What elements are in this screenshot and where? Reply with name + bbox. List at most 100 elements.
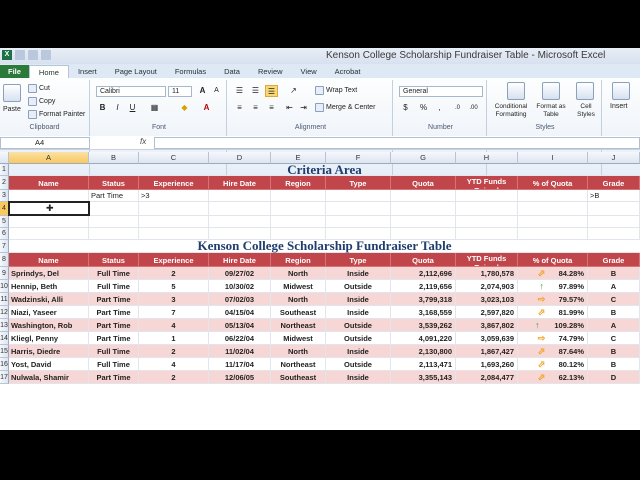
column-header[interactable]: I	[518, 152, 588, 164]
cell-experience[interactable]: 2	[139, 371, 209, 384]
criteria-cell-type[interactable]	[326, 190, 391, 202]
tab-page-layout[interactable]: Page Layout	[106, 65, 166, 78]
cell-region[interactable]: Northeast	[271, 319, 326, 332]
criteria-cell-region[interactable]	[271, 190, 326, 202]
ytd-cell[interactable]: 1,780,578	[456, 267, 518, 280]
ytd-cell[interactable]: 2,084,477	[456, 371, 518, 384]
cell-type[interactable]: Inside	[326, 306, 391, 319]
cell-region[interactable]: North	[271, 267, 326, 280]
empty-cell[interactable]	[89, 228, 139, 240]
cell-status[interactable]: Part Time	[89, 371, 139, 384]
cell-hire_date[interactable]: 11/02/04	[209, 345, 271, 358]
active-cell-cursor[interactable]: ✚	[8, 201, 90, 216]
tab-home[interactable]: Home	[28, 65, 69, 78]
save-icon[interactable]	[15, 50, 25, 60]
wrap-text-button[interactable]: Wrap Text	[315, 86, 357, 95]
cell-experience[interactable]: 4	[139, 358, 209, 371]
empty-cell[interactable]	[391, 216, 456, 228]
cell-quota[interactable]: 3,539,262	[391, 319, 456, 332]
header-cell-type[interactable]: Type	[326, 176, 391, 190]
header-cell-status[interactable]: Status	[89, 176, 139, 190]
row-header[interactable]: 17	[0, 371, 9, 384]
empty-cell[interactable]	[456, 228, 518, 240]
header-cell-quota[interactable]: Quota	[391, 253, 456, 267]
cell-region[interactable]: Southeast	[271, 371, 326, 384]
tab-acrobat[interactable]: Acrobat	[326, 65, 370, 78]
row-header[interactable]: 15	[0, 345, 9, 358]
cell-name[interactable]: Harris, Diedre	[9, 345, 89, 358]
name-box[interactable]: A4	[0, 137, 90, 149]
underline-button[interactable]: U	[126, 102, 139, 114]
cell-hire_date[interactable]: 10/30/02	[209, 280, 271, 293]
cell-type[interactable]: Inside	[326, 371, 391, 384]
increase-decimal-icon[interactable]: .0	[451, 102, 464, 114]
excel-logo-icon[interactable]: X	[2, 50, 12, 60]
empty-cell[interactable]	[588, 228, 640, 240]
cell-experience[interactable]: 1	[139, 332, 209, 345]
cell-type[interactable]: Inside	[326, 267, 391, 280]
cell-grade[interactable]: A	[588, 280, 640, 293]
pct-quota-cell[interactable]: ↑ 109.28%	[518, 319, 588, 332]
empty-cell[interactable]	[139, 216, 209, 228]
fill-color-icon[interactable]: ◆	[178, 102, 191, 114]
ytd-cell[interactable]: 3,059,639	[456, 332, 518, 345]
font-size-select[interactable]: 11	[168, 86, 192, 97]
cell-grade[interactable]: B	[588, 267, 640, 280]
empty-cell[interactable]	[326, 202, 391, 216]
conditional-formatting-button[interactable]: Conditional Formatting	[491, 103, 531, 119]
font-name-select[interactable]: Calibri	[96, 86, 166, 97]
number-format-select[interactable]: General	[399, 86, 483, 97]
header-cell-quota[interactable]: Quota	[391, 176, 456, 190]
cell-grade[interactable]: C	[588, 332, 640, 345]
cell-experience[interactable]: 3	[139, 293, 209, 306]
cell-grade[interactable]: A	[588, 319, 640, 332]
empty-cell[interactable]	[89, 216, 139, 228]
cell-hire_date[interactable]: 06/22/04	[209, 332, 271, 345]
insert-button[interactable]: Insert	[610, 103, 628, 110]
comma-button[interactable]: ,	[433, 102, 446, 114]
cell-grade[interactable]: B	[588, 345, 640, 358]
cell-region[interactable]: North	[271, 293, 326, 306]
header-cell-grade[interactable]: Grade	[588, 176, 640, 190]
percent-button[interactable]: %	[417, 102, 430, 114]
cell-region[interactable]: Midwest	[271, 280, 326, 293]
cell-quota[interactable]: 3,168,559	[391, 306, 456, 319]
header-cell-status[interactable]: Status	[89, 253, 139, 267]
header-cell-experience[interactable]: Experience	[139, 176, 209, 190]
cell-name[interactable]: Sprindys, Del	[9, 267, 89, 280]
cell-experience[interactable]: 7	[139, 306, 209, 319]
cell-name[interactable]: Niazi, Yaseer	[9, 306, 89, 319]
align-left-icon[interactable]: ≡	[233, 102, 246, 114]
cell-name[interactable]: Nulwala, Shamir	[9, 371, 89, 384]
empty-cell[interactable]	[89, 202, 139, 216]
empty-cell[interactable]	[271, 216, 326, 228]
cell-type[interactable]: Inside	[326, 345, 391, 358]
cell-type[interactable]: Outside	[326, 280, 391, 293]
undo-icon[interactable]	[28, 50, 38, 60]
row-header[interactable]: 14	[0, 332, 9, 345]
cell-type[interactable]: Outside	[326, 332, 391, 345]
criteria-cell-quota[interactable]	[391, 190, 456, 202]
paste-icon[interactable]	[3, 84, 21, 102]
cell-region[interactable]: North	[271, 345, 326, 358]
format-as-table-icon[interactable]	[542, 82, 560, 100]
merge-center-button[interactable]: Merge & Center	[315, 103, 375, 112]
header-cell-hire_date[interactable]: Hire Date	[209, 253, 271, 267]
grow-font-icon[interactable]: A	[196, 85, 209, 97]
insert-cells-icon[interactable]	[612, 82, 630, 100]
cell-status[interactable]: Full Time	[89, 358, 139, 371]
row-header[interactable]: 12	[0, 306, 9, 319]
cell-grade[interactable]: B	[588, 358, 640, 371]
row-header[interactable]: 13	[0, 319, 9, 332]
orientation-icon[interactable]: ↗	[287, 85, 300, 97]
tab-view[interactable]: View	[292, 65, 326, 78]
currency-button[interactable]: $	[399, 102, 412, 114]
italic-button[interactable]: I	[111, 102, 124, 114]
column-header[interactable]: G	[391, 152, 456, 164]
cell-name[interactable]: Wadzinski, Alli	[9, 293, 89, 306]
row-header[interactable]: 1	[0, 164, 9, 176]
cell-quota[interactable]: 2,119,656	[391, 280, 456, 293]
cell-experience[interactable]: 5	[139, 280, 209, 293]
cell-status[interactable]: Part Time	[89, 332, 139, 345]
cell-region[interactable]: Northeast	[271, 358, 326, 371]
